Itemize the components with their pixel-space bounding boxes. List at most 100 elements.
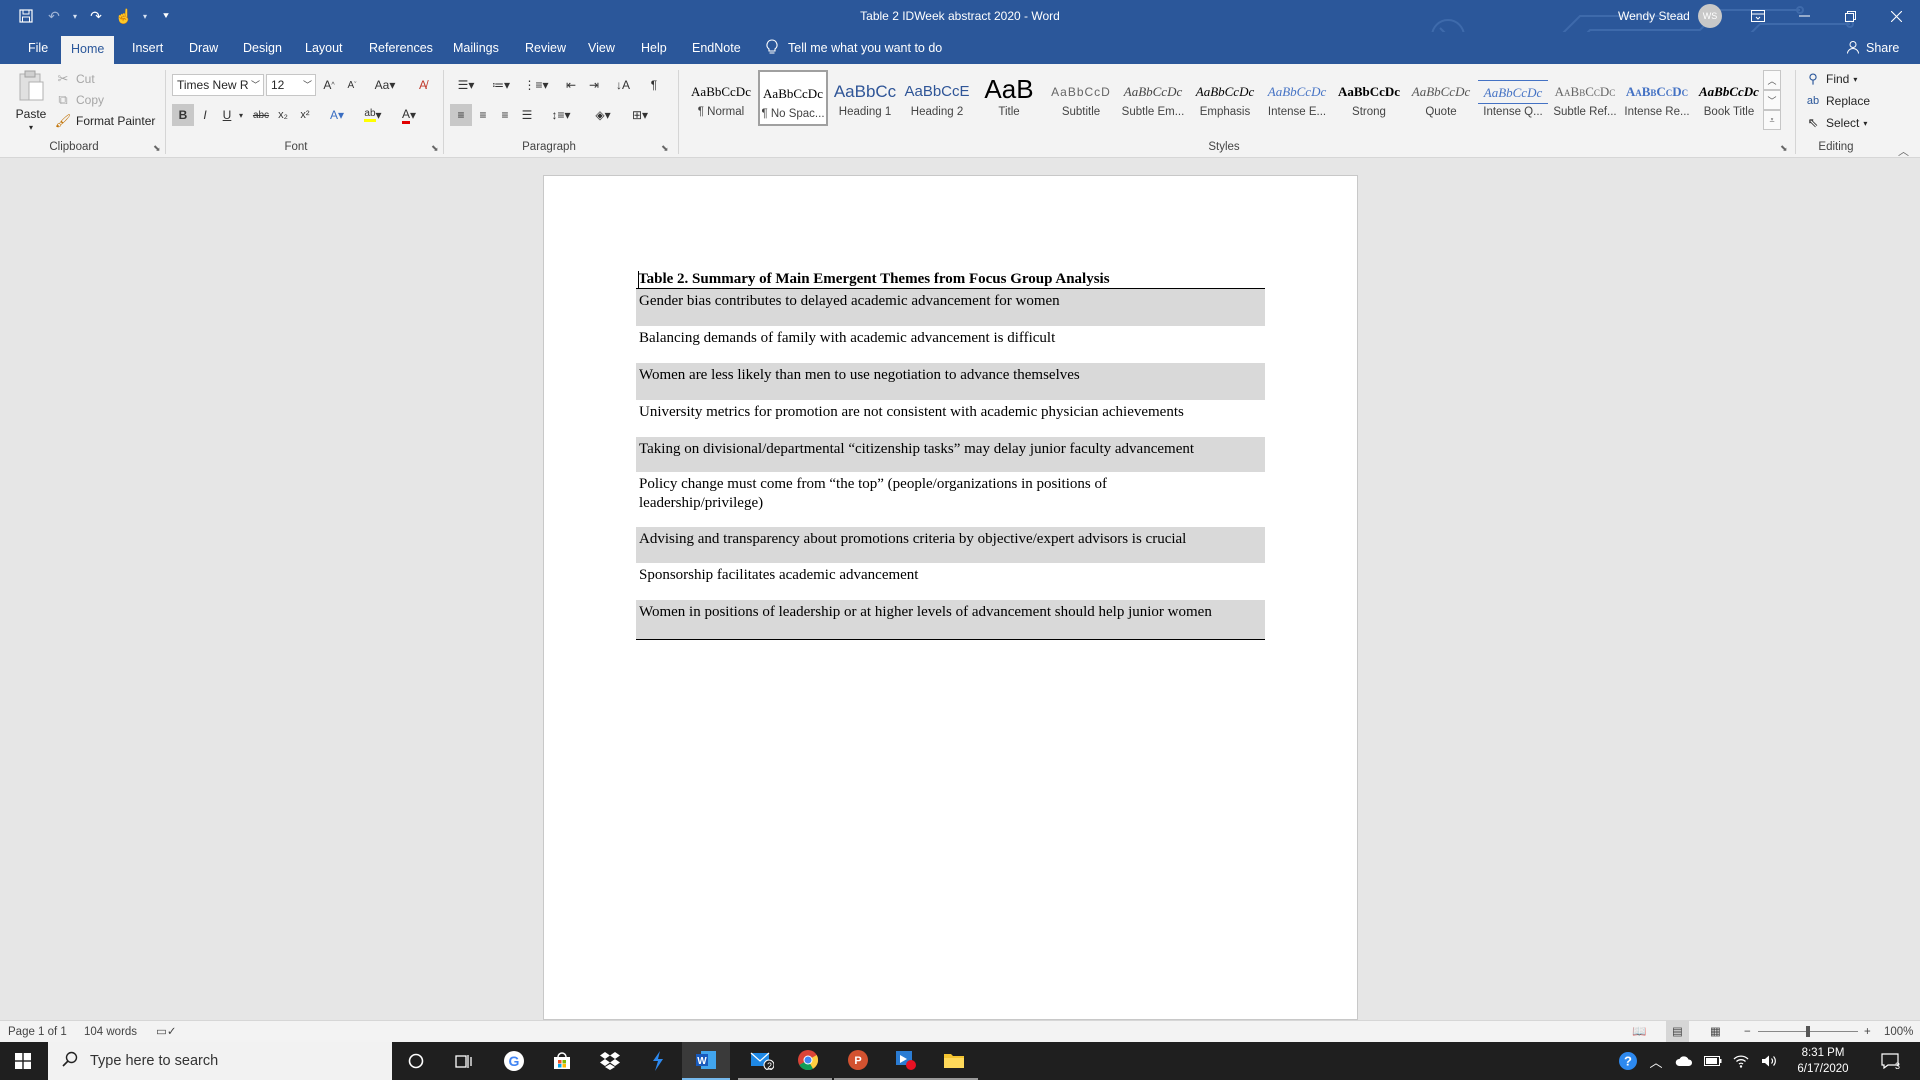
multilevel-list-icon[interactable]: ⋮≡▾	[520, 74, 552, 96]
blue-app-icon[interactable]	[634, 1042, 682, 1080]
increase-indent-icon[interactable]: ⇥	[583, 74, 605, 96]
help-icon[interactable]: ?	[1614, 1042, 1642, 1080]
touch-mode-icon[interactable]: ☝	[112, 4, 136, 28]
underline-icon[interactable]: U	[216, 104, 238, 126]
underline-dropdown-icon[interactable]: ▾	[236, 104, 246, 126]
clear-formatting-icon[interactable]: A̸	[412, 74, 434, 96]
table-row[interactable]: Taking on divisional/departmental “citiz…	[636, 437, 1265, 472]
show-hidden-icons-icon[interactable]: ︿	[1644, 1042, 1668, 1080]
paste-button[interactable]: Paste ▾	[14, 70, 48, 132]
touch-mode-dropdown-icon[interactable]: ▾	[140, 12, 150, 21]
tab-help[interactable]: Help	[631, 32, 677, 64]
chrome-icon[interactable]	[784, 1042, 832, 1080]
style-heading-1[interactable]: AaBbCc Heading 1	[830, 70, 900, 126]
sort-icon[interactable]: ↓A	[612, 74, 634, 96]
style-intense-emphasis[interactable]: AaBbCcDc Intense E...	[1262, 70, 1332, 126]
find-button[interactable]: ⚲ Find ▾	[1804, 70, 1857, 88]
superscript-icon[interactable]: x²	[294, 104, 316, 126]
change-case-icon[interactable]: Aa▾	[370, 74, 400, 96]
user-name[interactable]: Wendy Stead	[1618, 0, 1690, 32]
format-painter-button[interactable]: 🖌 Format Painter	[54, 112, 156, 130]
line-spacing-icon[interactable]: ↕≡▾	[546, 104, 576, 126]
table-row[interactable]: Policy change must come from “the top” (…	[636, 472, 1265, 527]
font-color-icon[interactable]: A ▾	[394, 104, 424, 126]
user-avatar[interactable]: WS	[1698, 4, 1722, 28]
tab-references[interactable]: References	[359, 32, 443, 64]
select-button[interactable]: ⇖ Select ▾	[1804, 114, 1868, 132]
customize-qat-icon[interactable]: ⯆	[154, 4, 178, 28]
tab-view[interactable]: View	[578, 32, 625, 64]
style-intense-quote[interactable]: AaBbCcDc Intense Q...	[1478, 70, 1548, 126]
replace-button[interactable]: ab Replace	[1804, 92, 1870, 110]
table-title[interactable]: Table 2. Summary of Main Emergent Themes…	[638, 271, 1110, 288]
table-row[interactable]: Women are less likely than men to use ne…	[636, 363, 1265, 400]
undo-dropdown-icon[interactable]: ▾	[70, 12, 80, 21]
style-book-title[interactable]: AaBbCcDc Book Title	[1694, 70, 1764, 126]
print-layout-icon[interactable]: ▤	[1666, 1021, 1689, 1043]
style-normal[interactable]: AaBbCcDc ¶ Normal	[686, 70, 756, 126]
font-size-combo[interactable]: 12 ﹀	[266, 74, 316, 96]
notifications-icon[interactable]: 3	[1870, 1042, 1910, 1080]
wifi-icon[interactable]	[1728, 1042, 1754, 1080]
file-explorer-icon[interactable]	[930, 1042, 978, 1080]
style-subtitle[interactable]: AaBbCcD Subtitle	[1046, 70, 1116, 126]
zoom-slider-thumb[interactable]	[1806, 1026, 1810, 1037]
tab-design[interactable]: Design	[233, 32, 292, 64]
zoom-out-icon[interactable]: −	[1744, 1021, 1751, 1043]
volume-icon[interactable]	[1756, 1042, 1782, 1080]
save-icon[interactable]	[14, 4, 38, 28]
cut-button[interactable]: ✂ Cut	[54, 70, 95, 88]
windows-start-icon[interactable]	[0, 1042, 46, 1080]
restore-icon[interactable]	[1827, 0, 1873, 32]
collapse-ribbon-icon[interactable]: ︿	[1898, 143, 1909, 159]
redo-icon[interactable]: ↷	[84, 4, 108, 28]
taskbar-search[interactable]: Type here to search	[48, 1042, 392, 1080]
show-formatting-marks-icon[interactable]: ¶	[643, 74, 665, 96]
copy-button[interactable]: ⧉ Copy	[54, 91, 104, 109]
tab-draw[interactable]: Draw	[179, 32, 228, 64]
tab-home[interactable]: Home	[61, 36, 115, 64]
strikethrough-icon[interactable]: abc	[250, 104, 272, 126]
style-quote[interactable]: AaBbCcDc Quote	[1406, 70, 1476, 126]
text-effects-icon[interactable]: A▾	[326, 104, 348, 126]
word-count[interactable]: 104 words	[84, 1021, 137, 1043]
web-layout-icon[interactable]: ▦	[1710, 1021, 1721, 1043]
grow-font-icon[interactable]: A ^	[318, 74, 340, 96]
align-center-icon[interactable]: ≡	[472, 104, 494, 126]
store-icon[interactable]	[538, 1042, 586, 1080]
cortana-icon[interactable]	[392, 1042, 440, 1080]
tab-file[interactable]: File	[18, 32, 58, 64]
clipboard-launcher-icon[interactable]: ⬊	[153, 143, 161, 154]
justify-icon[interactable]: ☰	[516, 104, 538, 126]
bold-icon[interactable]: B	[172, 104, 194, 126]
tab-layout[interactable]: Layout	[295, 32, 353, 64]
table-row[interactable]: Women in positions of leadership or at h…	[636, 600, 1265, 639]
zoom-level[interactable]: 100%	[1884, 1021, 1913, 1043]
tab-insert[interactable]: Insert	[122, 32, 173, 64]
font-name-combo[interactable]: Times New R ﹀	[172, 74, 264, 96]
align-left-icon[interactable]: ≡	[450, 104, 472, 126]
style-strong[interactable]: AaBbCcDc Strong	[1334, 70, 1404, 126]
numbering-icon[interactable]: ≔▾	[485, 74, 517, 96]
undo-icon[interactable]: ↶	[42, 4, 66, 28]
styles-launcher-icon[interactable]: ⬊	[1780, 143, 1788, 154]
style-title[interactable]: AaB Title	[974, 70, 1044, 126]
gallery-scroll-down-icon[interactable]: ﹀	[1763, 90, 1781, 110]
highlight-icon[interactable]: ab ▾	[358, 104, 388, 126]
read-mode-icon[interactable]: 📖	[1632, 1021, 1646, 1043]
font-launcher-icon[interactable]: ⬊	[431, 143, 439, 154]
table-row[interactable]: University metrics for promotion are not…	[636, 400, 1265, 437]
task-view-icon[interactable]	[440, 1042, 488, 1080]
dropbox-icon[interactable]	[586, 1042, 634, 1080]
mail-icon[interactable]: 2	[738, 1042, 786, 1080]
gallery-more-icon[interactable]: ⩡	[1763, 110, 1781, 130]
tab-review[interactable]: Review	[515, 32, 576, 64]
minimize-icon[interactable]	[1781, 0, 1827, 32]
page-count[interactable]: Page 1 of 1	[8, 1021, 67, 1043]
proofing-icon[interactable]: ▭✓	[156, 1021, 177, 1043]
table-row[interactable]: Gender bias contributes to delayed acade…	[636, 289, 1265, 326]
table-row[interactable]: Advising and transparency about promotio…	[636, 527, 1265, 563]
table-row[interactable]: Balancing demands of family with academi…	[636, 326, 1265, 363]
decrease-indent-icon[interactable]: ⇤	[560, 74, 582, 96]
style-subtle-emphasis[interactable]: AaBbCcDc Subtle Em...	[1118, 70, 1188, 126]
